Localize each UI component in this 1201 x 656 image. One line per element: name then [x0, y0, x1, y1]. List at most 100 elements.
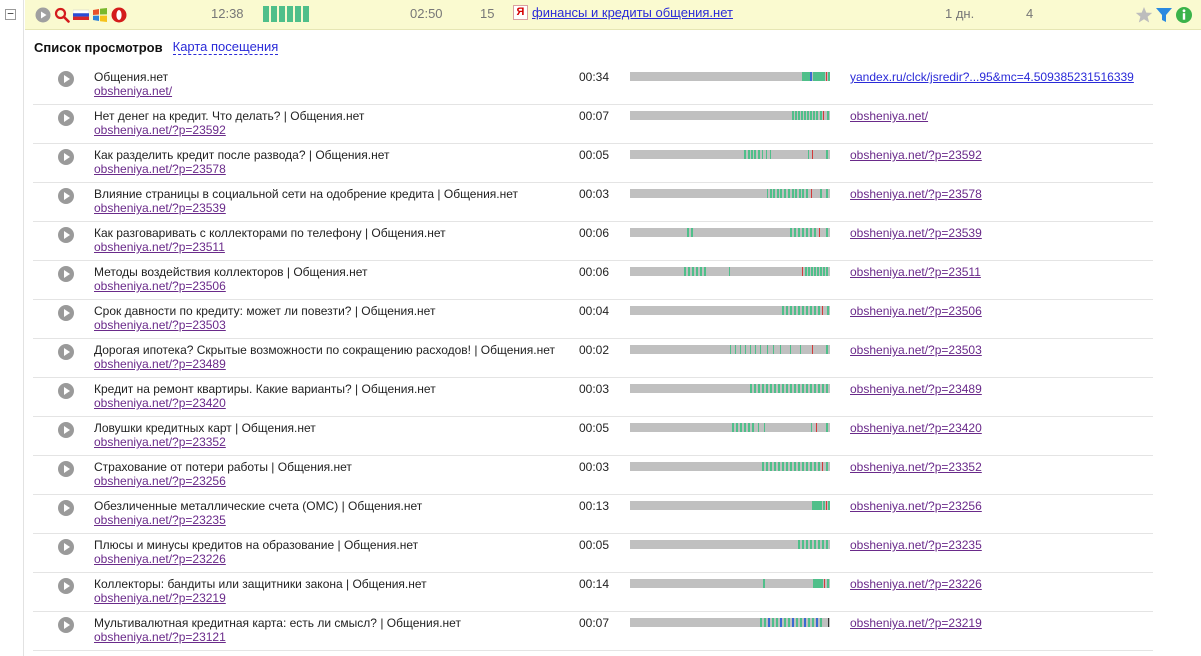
page-url-link[interactable]: obsheniya.net/?p=23235 — [94, 513, 226, 527]
page-title: Мультивалютная кредитная карта: есть ли … — [94, 616, 461, 630]
tab-views-list[interactable]: Список просмотров — [34, 40, 163, 55]
activity-tick — [823, 72, 825, 81]
referrer-link[interactable]: obsheniya.net/?p=23235 — [850, 538, 982, 552]
page-title: Общения.нет — [94, 70, 169, 84]
page-url-link[interactable]: obsheniya.net/?p=23578 — [94, 162, 226, 176]
activity-tick — [802, 306, 804, 315]
page-url-link[interactable]: obsheniya.net/?p=23539 — [94, 201, 226, 215]
visit-row[interactable]: Дорогая ипотека? Скрытые возможности по … — [33, 339, 1153, 378]
activity-tick — [766, 462, 768, 471]
play-icon[interactable] — [58, 344, 74, 360]
activity-timeline — [630, 462, 830, 471]
referrer-link[interactable]: obsheniya.net/?p=23256 — [850, 499, 982, 513]
tab-visit-map[interactable]: Карта посещения — [172, 40, 279, 55]
view-duration: 00:03 — [579, 187, 610, 201]
yandex-icon: Я — [513, 5, 528, 20]
page-url-link[interactable]: obsheniya.net/?p=23420 — [94, 396, 226, 410]
referrer-link[interactable]: obsheniya.net/?p=23352 — [850, 460, 982, 474]
activity-tick — [750, 345, 751, 354]
activity-tick — [828, 72, 830, 81]
referrer-link[interactable]: obsheniya.net/?p=23489 — [850, 382, 982, 396]
visit-row[interactable]: Нет денег на кредит. Что делать? | Общен… — [33, 105, 1153, 144]
page-url-link[interactable]: obsheniya.net/?p=23489 — [94, 357, 226, 371]
play-icon[interactable] — [58, 110, 74, 126]
referrer-link[interactable]: obsheniya.net/?p=23506 — [850, 304, 982, 318]
collapse-toggle[interactable]: − — [5, 8, 16, 20]
referrer-link[interactable]: финансы и кредиты общения.нет — [532, 5, 733, 20]
info-icon[interactable] — [1175, 6, 1192, 23]
view-duration: 00:13 — [579, 499, 610, 513]
visit-row[interactable]: Влияние страницы в социальной сети на од… — [33, 183, 1153, 222]
activity-ticks — [802, 72, 830, 81]
visit-row[interactable]: Методы воздействия коллекторов | Общения… — [33, 261, 1153, 300]
referrer-link[interactable]: obsheniya.net/?p=23539 — [850, 226, 982, 240]
visit-row[interactable]: Мультивалютная кредитная карта: есть ли … — [33, 612, 1153, 651]
session-header[interactable]: 12:38 02:50 15 Я финансы и кредиты общен… — [25, 0, 1201, 30]
page-url-link[interactable]: obsheniya.net/?p=23226 — [94, 552, 226, 566]
referrer-link[interactable]: obsheniya.net/?p=23592 — [850, 148, 982, 162]
play-icon[interactable] — [58, 383, 74, 399]
activity-tick — [816, 111, 818, 120]
visit-row[interactable]: Обезличенные металлические счета (ОМС) |… — [33, 495, 1153, 534]
activity-tick — [750, 384, 752, 393]
page-url-link[interactable]: obsheniya.net/?p=23506 — [94, 279, 226, 293]
referrer-link[interactable]: obsheniya.net/ — [850, 109, 928, 123]
play-icon[interactable] — [58, 227, 74, 243]
activity-tick — [692, 267, 694, 276]
visit-row[interactable]: Коллекторы: бандиты или защитники закона… — [33, 573, 1153, 612]
play-icon[interactable] — [58, 500, 74, 516]
play-icon[interactable] — [58, 539, 74, 555]
referrer-link[interactable]: obsheniya.net/?p=23578 — [850, 187, 982, 201]
activity-tick — [796, 618, 798, 627]
activity-tick — [820, 189, 822, 198]
page-url-link[interactable]: obsheniya.net/ — [94, 84, 172, 98]
search-icon[interactable] — [54, 7, 70, 23]
page-url-link[interactable]: obsheniya.net/?p=23256 — [94, 474, 226, 488]
visit-row[interactable]: Страхование от потери работы | Общения.н… — [33, 456, 1153, 495]
activity-tick — [826, 462, 828, 471]
play-icon[interactable] — [58, 422, 74, 438]
referrer-link[interactable]: obsheniya.net/?p=23511 — [850, 265, 981, 279]
activity-tick — [812, 618, 814, 627]
play-icon[interactable] — [58, 266, 74, 282]
referrer-link[interactable]: obsheniya.net/?p=23219 — [850, 616, 982, 630]
page-url-link[interactable]: obsheniya.net/?p=23511 — [94, 240, 225, 254]
session-time: 12:38 — [211, 6, 244, 21]
visit-row[interactable]: Срок давности по кредиту: может ли повез… — [33, 300, 1153, 339]
activity-tick — [798, 540, 800, 549]
activity-tick — [828, 618, 829, 627]
activity-tick — [800, 618, 802, 627]
page-url-link[interactable]: obsheniya.net/?p=23352 — [94, 435, 226, 449]
referrer-link[interactable]: obsheniya.net/?p=23503 — [850, 343, 982, 357]
activity-tick — [804, 618, 806, 627]
visit-row[interactable]: Кредит на ремонт квартиры. Какие вариант… — [33, 378, 1153, 417]
play-icon[interactable] — [58, 149, 74, 165]
activity-tick — [826, 384, 828, 393]
activity-tick — [780, 618, 782, 627]
activity-tick — [767, 345, 768, 354]
activity-tick — [799, 189, 801, 198]
play-icon[interactable] — [58, 461, 74, 477]
play-icon[interactable] — [58, 71, 74, 87]
referrer-link[interactable]: obsheniya.net/?p=23420 — [850, 421, 982, 435]
page-url-link[interactable]: obsheniya.net/?p=23121 — [94, 630, 226, 644]
play-icon[interactable] — [58, 305, 74, 321]
visit-row[interactable]: Плюсы и минусы кредитов на образование |… — [33, 534, 1153, 573]
play-icon[interactable] — [35, 7, 51, 23]
play-icon[interactable] — [58, 578, 74, 594]
visit-row[interactable]: Как разделить кредит после развода? | Об… — [33, 144, 1153, 183]
visit-row[interactable]: Общения.нет obsheniya.net/00:34 yandex.ru/… — [33, 66, 1153, 105]
page-url-link[interactable]: obsheniya.net/?p=23503 — [94, 318, 226, 332]
visit-row[interactable]: Как разговаривать с коллекторами по теле… — [33, 222, 1153, 261]
play-icon[interactable] — [58, 617, 74, 633]
referrer-link[interactable]: obsheniya.net/?p=23226 — [850, 577, 982, 591]
activity-tick — [782, 306, 784, 315]
visit-row[interactable]: Ловушки кредитных карт | Общения.нет obsh… — [33, 417, 1153, 456]
referrer-link[interactable]: yandex.ru/clck/jsredir?...95&mc=4.509385… — [850, 70, 1134, 84]
star-icon[interactable] — [1135, 6, 1153, 23]
play-icon[interactable] — [58, 188, 74, 204]
page-url-link[interactable]: obsheniya.net/?p=23592 — [94, 123, 226, 137]
activity-ticks — [812, 501, 830, 510]
filter-icon[interactable] — [1155, 6, 1172, 22]
page-url-link[interactable]: obsheniya.net/?p=23219 — [94, 591, 226, 605]
